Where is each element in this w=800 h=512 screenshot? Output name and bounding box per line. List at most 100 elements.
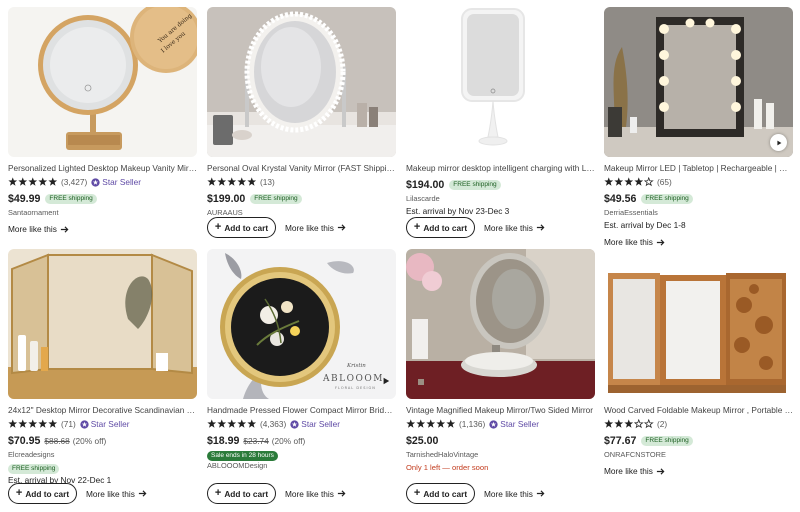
plus-icon: + xyxy=(214,487,222,499)
product-card[interactable]: 24x12" Desktop Mirror Decorative Scandin… xyxy=(8,249,197,504)
product-title[interactable]: Makeup Mirror LED | Tabletop | Rechargea… xyxy=(604,163,793,174)
card-actions: + Add to cart More like this xyxy=(207,217,346,238)
star-seller-icon xyxy=(80,419,89,429)
product-card[interactable]: Makeup Mirror LED | Tabletop | Rechargea… xyxy=(604,7,793,247)
add-to-cart-label: Add to cart xyxy=(25,488,70,499)
price: $194.00 xyxy=(406,178,445,191)
add-to-cart-button[interactable]: + Add to cart xyxy=(207,483,276,504)
more-like-this-link[interactable]: More like this xyxy=(484,223,545,233)
original-price: $23.74 xyxy=(243,435,269,446)
star-full-icon xyxy=(624,177,634,186)
product-title[interactable]: Personalized Lighted Desktop Makeup Vani… xyxy=(8,163,197,174)
shop-name[interactable]: Santaornament xyxy=(8,208,197,218)
star-full-icon xyxy=(446,419,456,428)
add-to-cart-button[interactable]: + Add to cart xyxy=(207,217,276,238)
price-row: $49.56 FREE shipping xyxy=(604,192,793,205)
product-image[interactable] xyxy=(406,249,595,399)
rating-row: (71) Star Seller xyxy=(8,418,197,430)
stars-5 xyxy=(8,177,58,187)
star-seller-badge: Star Seller xyxy=(290,419,340,429)
add-to-cart-button[interactable]: + Add to cart xyxy=(406,217,475,238)
low-stock-warning: Only 1 left — order soon xyxy=(406,463,489,472)
star-full-icon xyxy=(406,419,416,428)
card-actions: + Add to cart More like this xyxy=(406,217,545,238)
more-like-this-link[interactable]: More like this xyxy=(285,489,346,499)
star-full-icon xyxy=(217,177,227,186)
play-video-icon[interactable] xyxy=(770,134,787,151)
price-row: $70.95 $88.68 (20% off) xyxy=(8,434,197,447)
estimated-arrival: Est. arrival by Nov 23-Dec 3 xyxy=(406,206,510,216)
star-full-icon xyxy=(227,419,237,428)
more-like-this-label: More like this xyxy=(86,488,135,499)
product-title[interactable]: 24x12" Desktop Mirror Decorative Scandin… xyxy=(8,405,197,416)
plus-icon: + xyxy=(413,221,421,233)
more-like-this-link[interactable]: More like this xyxy=(604,237,665,247)
add-to-cart-label: Add to cart xyxy=(224,222,269,233)
product-card[interactable]: Wood Carved Foldable Makeup Mirror , Por… xyxy=(604,249,793,476)
product-title[interactable]: Wood Carved Foldable Makeup Mirror , Por… xyxy=(604,405,793,416)
more-like-this-label: More like this xyxy=(484,488,533,499)
product-card[interactable]: Kristin ABLOOOM FLORAL DESIGN Handmade P… xyxy=(207,249,396,504)
star-full-icon xyxy=(8,419,18,428)
price: $77.67 xyxy=(604,434,637,447)
shop-name[interactable]: DerriaEssentials xyxy=(604,208,793,218)
product-image[interactable]: You are doing I love you xyxy=(8,7,197,157)
star-full-icon xyxy=(237,419,247,428)
star-full-icon xyxy=(217,419,227,428)
more-like-this-label: More like this xyxy=(604,237,653,247)
play-video-icon[interactable] xyxy=(377,372,394,389)
more-like-this-label: More like this xyxy=(8,224,57,234)
price-row: $25.00 xyxy=(406,434,595,447)
product-title[interactable]: Vintage Magnified Makeup Mirror/Two Side… xyxy=(406,405,595,416)
product-grid: You are doing I love you Personalized Li… xyxy=(0,0,800,512)
more-like-this-link[interactable]: More like this xyxy=(604,466,665,476)
price: $18.99 xyxy=(207,434,240,447)
shop-name[interactable]: TarnishedHaloVintage xyxy=(406,450,595,460)
stars-5 xyxy=(8,419,58,429)
product-title[interactable]: Makeup mirror desktop intelligent chargi… xyxy=(406,163,595,174)
shop-name[interactable]: ABLOOOMDesign xyxy=(207,461,396,471)
star-full-icon xyxy=(227,177,237,186)
brand-text: ABLOOOM xyxy=(322,374,384,384)
price-row: $77.67 FREE shipping xyxy=(604,434,793,447)
shop-name[interactable]: Elcreadesigns xyxy=(8,450,197,460)
product-card[interactable]: You are doing I love you Personalized Li… xyxy=(8,7,197,234)
star-full-icon xyxy=(207,419,217,428)
star-full-icon xyxy=(604,177,614,186)
shop-name[interactable]: ONRAFCNSTORE xyxy=(604,450,793,460)
more-like-this-label: More like this xyxy=(484,222,533,233)
original-price: $88.68 xyxy=(44,435,70,446)
product-title[interactable]: Handmade Pressed Flower Compact Mirror B… xyxy=(207,405,396,416)
star-full-icon xyxy=(38,177,48,186)
more-like-this-link[interactable]: More like this xyxy=(484,489,545,499)
arrow-right-icon xyxy=(138,490,147,497)
shop-name[interactable]: Lilascarde xyxy=(406,194,595,204)
stars-3 xyxy=(604,419,654,429)
product-image[interactable] xyxy=(8,249,197,399)
product-image[interactable] xyxy=(207,7,396,157)
star-full-icon xyxy=(624,419,634,428)
star-full-icon xyxy=(48,177,58,186)
more-like-this-link[interactable]: More like this xyxy=(86,489,147,499)
product-image[interactable] xyxy=(604,7,793,157)
star-seller-label: Star Seller xyxy=(500,419,540,429)
product-title[interactable]: Personal Oval Krystal Vanity Mirror (FAS… xyxy=(207,163,396,174)
price-row: $18.99 $23.74 (20% off) xyxy=(207,434,396,447)
product-image[interactable] xyxy=(406,7,595,157)
more-like-this-label: More like this xyxy=(285,488,334,499)
more-like-this-link[interactable]: More like this xyxy=(8,224,69,234)
product-card[interactable]: Vintage Magnified Makeup Mirror/Two Side… xyxy=(406,249,595,504)
add-to-cart-button[interactable]: + Add to cart xyxy=(406,483,475,504)
add-to-cart-button[interactable]: + Add to cart xyxy=(8,483,77,504)
card-actions: + Add to cart More like this xyxy=(207,483,346,504)
product-card[interactable]: Makeup mirror desktop intelligent chargi… xyxy=(406,7,595,238)
product-image[interactable]: Kristin ABLOOOM FLORAL DESIGN xyxy=(207,249,396,399)
review-count: (71) xyxy=(61,419,76,429)
product-card[interactable]: Personal Oval Krystal Vanity Mirror (FAS… xyxy=(207,7,396,238)
badge-row: FREE shipping xyxy=(8,463,197,474)
product-image[interactable] xyxy=(604,249,793,399)
star-full-icon xyxy=(436,419,446,428)
star-full-icon xyxy=(18,419,28,428)
price-row: $199.00 FREE shipping xyxy=(207,192,396,205)
more-like-this-link[interactable]: More like this xyxy=(285,223,346,233)
